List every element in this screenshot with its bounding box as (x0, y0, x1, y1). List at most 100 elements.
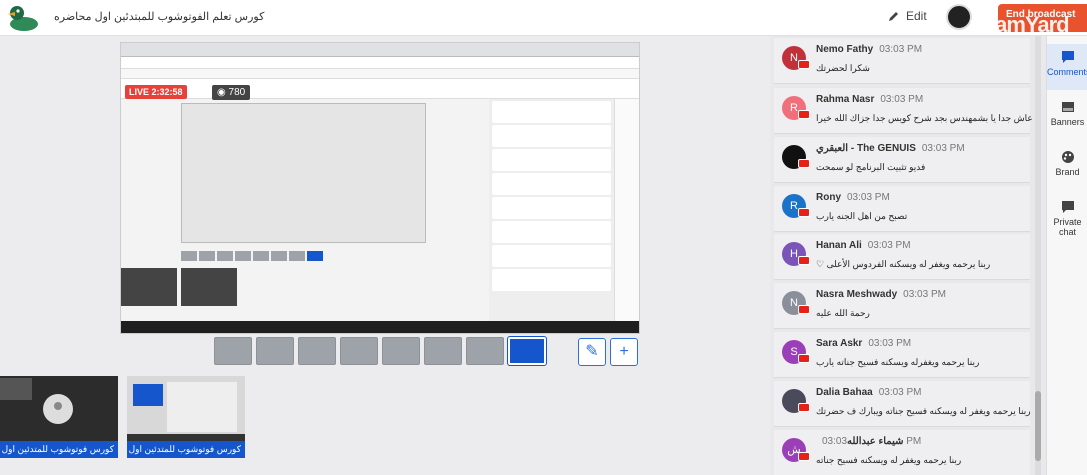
message-author: Dalia Bahaa 03:03 PM (816, 387, 922, 398)
camera-view (0, 376, 118, 441)
right-sidebar: Comments Banners Brand Private chat (1046, 36, 1087, 475)
layout-screen-full-button[interactable] (507, 336, 547, 366)
message-time: 03:03 PM (878, 387, 922, 398)
message-author: Nasra Meshwady 03:03 PM (816, 289, 946, 300)
layout-group-4-button[interactable] (340, 337, 378, 365)
message-author: Rony 03:03 PM (816, 192, 890, 203)
sidebar-item-comments[interactable]: Comments (1047, 44, 1087, 90)
chat-message[interactable]: ش شيماء عبدالله03:03 PM ربنا يرحمه ويغفر ل… (774, 430, 1030, 475)
broadcast-title: كورس تعلم الفوتوشوب للمبتدئين اول محاضره (54, 11, 265, 23)
message-author: Nemo Fathy 03:03 PM (816, 44, 922, 55)
edit-button[interactable]: Edit (888, 9, 927, 23)
youtube-icon (798, 110, 810, 119)
comments-panel: N Nemo Fathy 03:03 PM شكرا لحضرتك R Rahma Nas… (772, 36, 1034, 475)
chat-message[interactable]: R Rahma Nasr 03:03 PM عاش جدا يا بشمهندس بج… (774, 88, 1033, 134)
message-time: 03:03 PM (879, 44, 923, 55)
chat-message[interactable]: R Rony 03:03 PM تصبح من اهل الجنه يارب (774, 186, 1030, 232)
author-name: Nemo Fathy (816, 44, 874, 55)
stage-area: LIVE 2:32:58 ◉ 780 ✎ + كورس فوتوشوب للمت… (0, 36, 770, 475)
top-bar: كورس تعلم الفوتوشوب للمبتدئين اول محاضره… (0, 0, 1087, 37)
nested-chat (489, 99, 614, 324)
message-time: 03:03 PM (921, 143, 965, 154)
pencil-icon (889, 12, 898, 21)
message-text: تصبح من اهل الجنه يارب (816, 211, 908, 221)
youtube-icon (798, 452, 810, 461)
sidebar-label: Banners (1050, 117, 1085, 127)
duck-logo-icon (8, 6, 38, 31)
youtube-icon (798, 60, 810, 69)
message-time: 03:03 PM (867, 240, 911, 251)
nested-chat-row (492, 245, 611, 267)
viewer-count-value: 780 (228, 87, 246, 98)
message-time: 03:03 PM (847, 192, 890, 203)
message-author: شيماء عبدالله03:03 PM (816, 436, 921, 447)
camera-label: كورس فوتوشوب للمتدئين اول محاضره (127, 441, 245, 458)
message-time: 03:03 PM (868, 338, 912, 349)
chat-scrollbar[interactable] (1035, 36, 1041, 475)
sidebar-item-banners[interactable]: Banners (1047, 94, 1087, 140)
layout-group-2-button[interactable] (256, 337, 294, 365)
author-name: Rony (816, 192, 841, 203)
sidebar-item-private-chat[interactable]: Private chat (1047, 194, 1087, 240)
chat-message[interactable]: Dalia Bahaa 03:03 PM ربنا يرحمه ويغفر له و… (774, 381, 1031, 427)
message-text: ربنا يرحمه ويغفرله ويسكنه فسيح جناته يار… (816, 357, 980, 367)
nested-layout-bar (181, 248, 426, 262)
youtube-icon (798, 305, 810, 314)
palette-icon (1061, 151, 1074, 163)
sidebar-label: Private chat (1053, 217, 1082, 237)
host-avatar[interactable] (946, 4, 972, 30)
screen-thumb (127, 376, 245, 441)
layout-selector (214, 336, 547, 367)
nested-chat-row (492, 221, 611, 243)
message-text: ربنا يرحمه ويغفر له ويسكنه فسيح جناته وي… (816, 406, 1031, 416)
sidebar-item-brand[interactable]: Brand (1047, 144, 1087, 190)
nested-chat-row (492, 197, 611, 219)
browser-bookmarks-bar (121, 69, 639, 79)
nested-stage (181, 103, 426, 243)
edit-layout-button[interactable]: ✎ (578, 338, 606, 366)
nested-chat-row (492, 149, 611, 171)
sidebar-label: Comments (1047, 67, 1087, 77)
camera-tile-1[interactable]: كورس فوتوشوب للمتدئين اول محاضره (0, 376, 118, 458)
nested-cams (121, 268, 241, 306)
chat-message[interactable]: S Sara Askr 03:03 PM ربنا يرحمه ويغفرله ويس… (774, 332, 1030, 378)
browser-tab-bar (121, 43, 639, 57)
message-author: Sara Askr 03:03 PM (816, 338, 911, 349)
shared-screen (120, 42, 640, 334)
chat-message[interactable]: H Hanan Ali 03:03 PM ربنا يرحمه ويغفر له وي… (774, 234, 1030, 280)
author-name: شيماء عبدالله (847, 436, 904, 447)
eye-icon: ◉ (217, 87, 229, 98)
message-author: العبقري - The GENUIS 03:03 PM (816, 143, 965, 154)
layout-thumbs-button[interactable] (424, 337, 462, 365)
chat-message[interactable]: العبقري - The GENUIS 03:03 PM فديو تثبيت ا… (774, 137, 1030, 183)
layout-solo-button[interactable] (214, 337, 252, 365)
chat-message[interactable]: N Nemo Fathy 03:03 PM شكرا لحضرتك (774, 38, 1030, 84)
layout-group-3-button[interactable] (298, 337, 336, 365)
banner-icon (1061, 102, 1074, 112)
youtube-icon (798, 256, 810, 265)
windows-taskbar (121, 321, 639, 333)
message-text: شكرا لحضرتك (816, 63, 870, 73)
comment-icon (1061, 51, 1074, 63)
author-name: Dalia Bahaa (816, 387, 873, 398)
private-chat-icon (1061, 201, 1074, 213)
edit-label: Edit (906, 9, 927, 23)
camera-tile-2[interactable]: كورس فوتوشوب للمتدئين اول محاضره (127, 376, 245, 458)
nested-chat-row (492, 269, 611, 291)
viewer-count: ◉ 780 (212, 85, 251, 100)
message-text: ربنا يرحمه ويغفر له ويسكنه الفردوس الأعل… (816, 259, 991, 269)
avatar-placeholder-icon (0, 378, 73, 424)
message-text: ربنا يرحمه ويغفر له ويسكنه فسيح جناته (816, 455, 962, 465)
nested-chat-row (492, 173, 611, 195)
add-layout-button[interactable]: + (610, 338, 638, 366)
youtube-icon (798, 208, 810, 217)
youtube-icon (798, 354, 810, 363)
layout-presenter-button[interactable] (382, 337, 420, 365)
author-name: العبقري - The GENUIS (816, 143, 916, 154)
author-name: Nasra Meshwady (816, 289, 898, 300)
live-timer-badge: LIVE 2:32:58 (125, 85, 187, 99)
chat-message[interactable]: N Nasra Meshwady 03:03 PM رحمة الله عليه (774, 283, 1030, 329)
layout-screen-button[interactable] (466, 337, 504, 365)
author-name: Hanan Ali (816, 240, 862, 251)
youtube-icon (798, 159, 810, 168)
